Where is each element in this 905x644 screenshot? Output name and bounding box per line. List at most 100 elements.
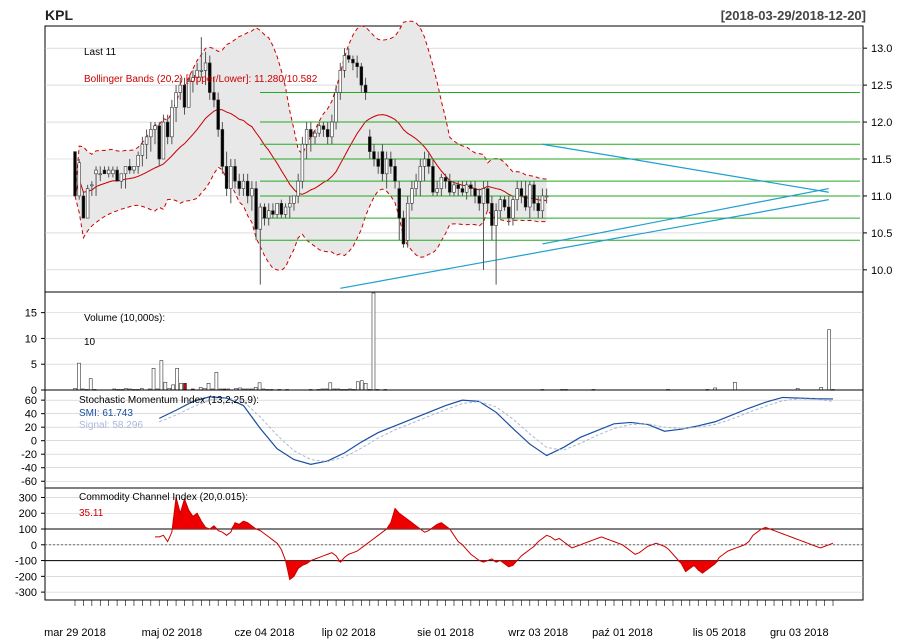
- candle: [410, 188, 414, 204]
- candle: [187, 81, 191, 108]
- candle: [498, 199, 503, 212]
- volume-bar: [214, 372, 219, 391]
- candle: [174, 92, 178, 108]
- candle: [363, 84, 368, 93]
- x-axis-label: lip 02 2018: [322, 627, 376, 639]
- candle: [111, 169, 115, 175]
- candle: [140, 143, 145, 156]
- candle: [355, 62, 359, 67]
- cci-axis-tick-label: 100: [19, 524, 37, 536]
- x-axis-label: sie 01 2018: [417, 627, 474, 639]
- price-axis-tick-label: 12.0: [871, 117, 892, 129]
- volume-label: Volume (10,000s):: [84, 313, 165, 324]
- candle: [393, 166, 397, 182]
- smi-axis-tick-label: 0: [31, 436, 37, 448]
- candle: [119, 173, 124, 182]
- volume-bar: [159, 360, 164, 391]
- price-axis-tick-label: 10.5: [871, 228, 892, 240]
- cci-axis-tick-label: 200: [19, 508, 37, 520]
- price-axis-tick-label: 11.5: [871, 154, 892, 166]
- candle: [405, 203, 410, 241]
- candle: [178, 84, 182, 93]
- candle: [342, 55, 347, 71]
- bollinger-label: Bollinger Bands (20,2) [Upper/Lower]: 11…: [84, 74, 318, 85]
- volume-bar: [179, 382, 183, 391]
- candle: [469, 184, 473, 189]
- candle: [300, 143, 305, 182]
- candle: [511, 199, 515, 219]
- candle: [359, 66, 364, 86]
- candle: [102, 169, 107, 175]
- smi-axis-tick-label: -40: [21, 463, 37, 475]
- candle: [258, 206, 262, 230]
- candle: [254, 188, 258, 230]
- volume-bar: [77, 362, 81, 391]
- smi-axis-tick-label: -20: [21, 449, 37, 461]
- candle: [325, 129, 330, 138]
- candle: [427, 158, 431, 167]
- candle: [271, 210, 275, 215]
- chart-canvas: KPL [2018-03-29/2018-12-20] 13.0 12.5 12.0…: [15, 7, 892, 639]
- candle: [237, 180, 241, 189]
- volume-last-value: 10: [84, 337, 96, 348]
- candle: [372, 151, 376, 160]
- candle: [245, 180, 250, 197]
- volume-bar: [328, 382, 333, 391]
- candle: [347, 55, 351, 60]
- smi-signal-value: Signal: 58.296: [79, 420, 143, 431]
- candle: [309, 129, 313, 138]
- candle: [157, 125, 161, 160]
- volume-bar: [363, 382, 368, 391]
- candle: [439, 177, 444, 189]
- candle: [106, 169, 111, 175]
- volume-axis-tick-label: 10: [25, 333, 37, 345]
- candle: [422, 158, 427, 167]
- candle: [519, 188, 524, 197]
- volume-panel-frame: [44, 291, 864, 391]
- smi-signal-line: [159, 396, 834, 463]
- smi-axis-tick-label: -60: [21, 476, 37, 488]
- price-axis-tick-label: 10.0: [871, 265, 892, 277]
- candle: [528, 184, 532, 208]
- candle: [330, 121, 334, 138]
- volume-axis-tick-label: 15: [25, 308, 37, 320]
- candle: [182, 84, 187, 108]
- volume-bar: [175, 368, 179, 391]
- chart-symbol-title: KPL: [45, 7, 73, 23]
- x-axis-label: maj 02 2018: [142, 627, 203, 639]
- candle: [481, 188, 486, 204]
- candle: [431, 166, 435, 193]
- x-axis-label: mar 29 2018: [44, 627, 106, 639]
- candle: [494, 210, 498, 226]
- trendline: [542, 187, 829, 245]
- candle: [241, 180, 246, 189]
- candle: [279, 203, 284, 215]
- candle: [443, 177, 448, 182]
- volume-bar: [257, 382, 262, 391]
- price-axis-tick-label: 13.0: [871, 43, 892, 55]
- candle: [414, 180, 418, 189]
- candle: [165, 121, 170, 138]
- candle: [384, 158, 389, 175]
- candle: [153, 125, 157, 130]
- smi-axis-tick-label: 60: [25, 395, 37, 407]
- candle: [262, 206, 267, 219]
- candle: [515, 188, 519, 200]
- x-axis-label: paź 01 2018: [592, 627, 653, 639]
- smi-label: Stochastic Momentum Index (13,2,25,9):: [79, 395, 259, 406]
- candle: [229, 166, 233, 189]
- smi-axis-tick-label: 40: [25, 409, 37, 421]
- price-panel: 13.0 12.5 12.0 11.5 11.0 10.5 10.0: [44, 20, 892, 293]
- candle: [132, 166, 136, 171]
- candle: [250, 188, 254, 197]
- candle: [296, 180, 300, 197]
- candle: [149, 129, 153, 138]
- volume-bar: [355, 381, 360, 391]
- cci-panel: 300 200 100 0 -100 -200 -300: [15, 487, 864, 601]
- candle: [212, 92, 216, 101]
- cci-oversold-fill: [155, 560, 833, 580]
- candle: [460, 188, 465, 193]
- candle: [477, 195, 481, 204]
- candle: [233, 166, 237, 182]
- candle: [170, 106, 174, 138]
